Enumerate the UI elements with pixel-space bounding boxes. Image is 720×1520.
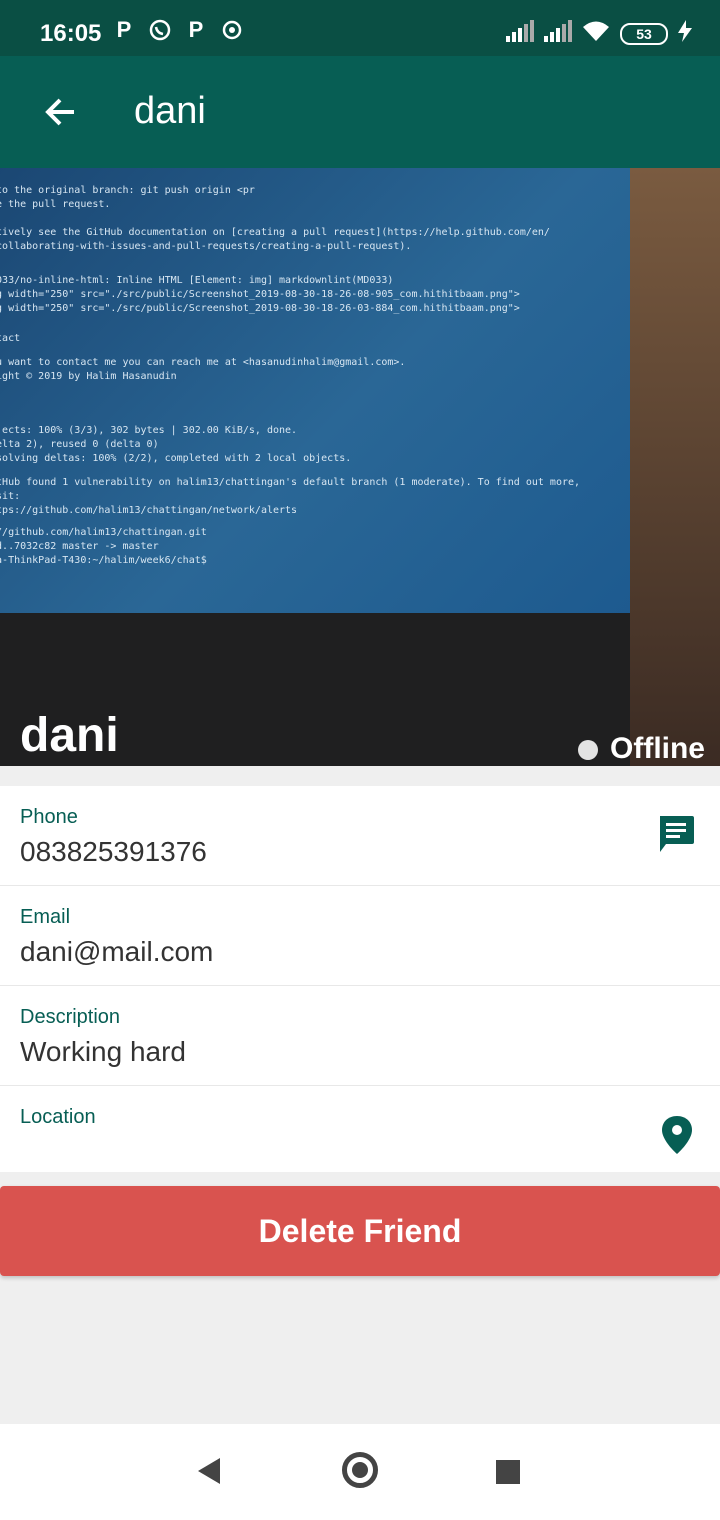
- delete-friend-button[interactable]: Delete Friend: [0, 1186, 720, 1276]
- location-row: Location: [0, 1086, 720, 1186]
- details-card: Phone 083825391376 Email dani@mail.com D…: [0, 786, 720, 1172]
- cover-photo: h to the original branch: git push origi…: [0, 168, 720, 766]
- email-value: dani@mail.com: [20, 936, 214, 967]
- laptop-screen: h to the original branch: git push origi…: [0, 168, 640, 613]
- sync-icon: [220, 18, 244, 42]
- email-row: Email dani@mail.com: [0, 886, 720, 986]
- message-icon[interactable]: [656, 814, 696, 854]
- app-bar: dani: [0, 56, 720, 168]
- description-label: Description: [20, 1006, 121, 1028]
- status-dot-icon: [578, 740, 598, 760]
- nav-home-icon[interactable]: [342, 1452, 378, 1488]
- battery-icon: 53: [620, 22, 668, 45]
- status-bar: 16:05 P P 53: [0, 0, 720, 56]
- description-row: Description Working hard: [0, 986, 720, 1086]
- phone-row: Phone 083825391376: [0, 786, 720, 886]
- location-label: Location: [20, 1106, 96, 1128]
- phone-label: Phone: [20, 806, 78, 828]
- notification-icons: P P: [112, 17, 244, 42]
- online-status: Offline: [610, 732, 705, 765]
- terminal-text: h to the original branch: git push origi…: [0, 185, 581, 566]
- email-label: Email: [20, 906, 71, 928]
- status-icons: 53: [506, 20, 692, 47]
- signal-icon: [544, 20, 572, 47]
- parking-icon: P: [116, 17, 132, 42]
- back-arrow-icon[interactable]: [40, 92, 80, 132]
- phone-value: 083825391376: [20, 836, 207, 867]
- wifi-icon: [582, 20, 610, 47]
- charging-icon: [678, 20, 692, 47]
- parking-icon: P: [188, 17, 204, 42]
- background-object: [630, 168, 720, 766]
- location-pin-icon[interactable]: [662, 1116, 692, 1154]
- whatsapp-icon: [148, 18, 172, 42]
- status-time: 16:05: [40, 20, 102, 47]
- nav-back-icon[interactable]: [196, 1456, 222, 1491]
- signal-icon: [506, 20, 534, 47]
- navigation-bar: [0, 1424, 720, 1520]
- app-title: dani: [134, 90, 206, 132]
- description-value: Working hard: [20, 1036, 187, 1067]
- nav-recents-icon[interactable]: [496, 1460, 520, 1484]
- profile-name: dani: [20, 709, 119, 762]
